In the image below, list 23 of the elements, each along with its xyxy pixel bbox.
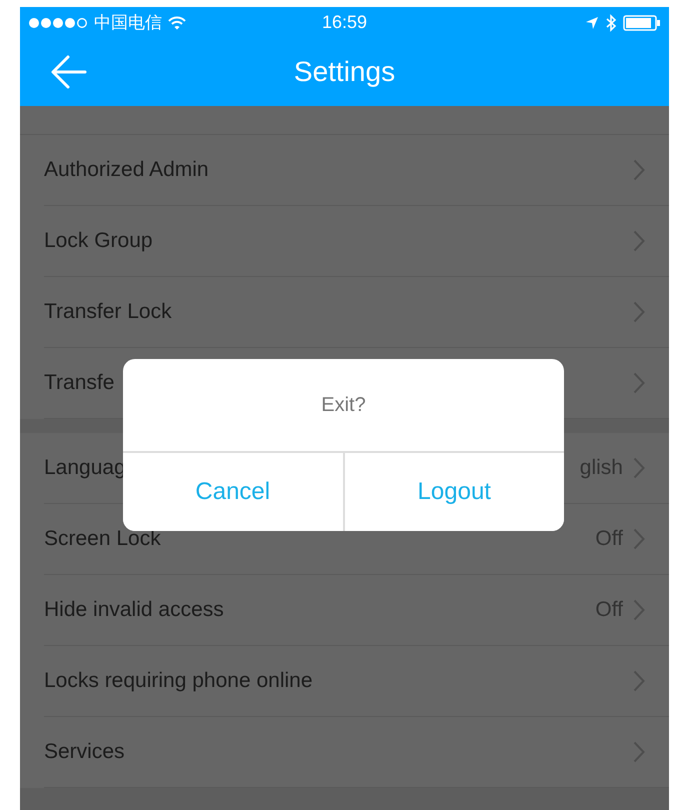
carrier-name: 中国电信 <box>94 12 162 34</box>
settings-row[interactable]: Locks requiring phone online <box>44 646 669 717</box>
chevron-right-icon <box>633 372 645 394</box>
status-time: 16:59 <box>322 12 368 33</box>
chevron-right-icon <box>633 159 645 181</box>
settings-row[interactable]: Authorized Admin <box>44 135 669 206</box>
wifi-icon <box>168 16 186 30</box>
settings-row[interactable]: Lock Group <box>44 206 669 277</box>
dialog-button[interactable]: Logout <box>342 453 564 531</box>
chevron-right-icon <box>633 599 645 621</box>
back-arrow-icon[interactable] <box>51 55 87 89</box>
chevron-right-icon <box>633 301 645 323</box>
chevron-right-icon <box>633 230 645 252</box>
signal-icon <box>28 16 88 28</box>
chevron-right-icon <box>633 457 645 479</box>
location-icon <box>585 16 599 30</box>
chevron-right-icon <box>633 670 645 692</box>
settings-row[interactable]: Transfer Lock <box>44 277 669 348</box>
page-title: Settings <box>294 56 396 88</box>
bluetooth-icon <box>605 14 617 32</box>
chevron-right-icon <box>633 528 645 550</box>
chevron-right-icon <box>633 741 645 763</box>
battery-icon <box>623 14 661 30</box>
